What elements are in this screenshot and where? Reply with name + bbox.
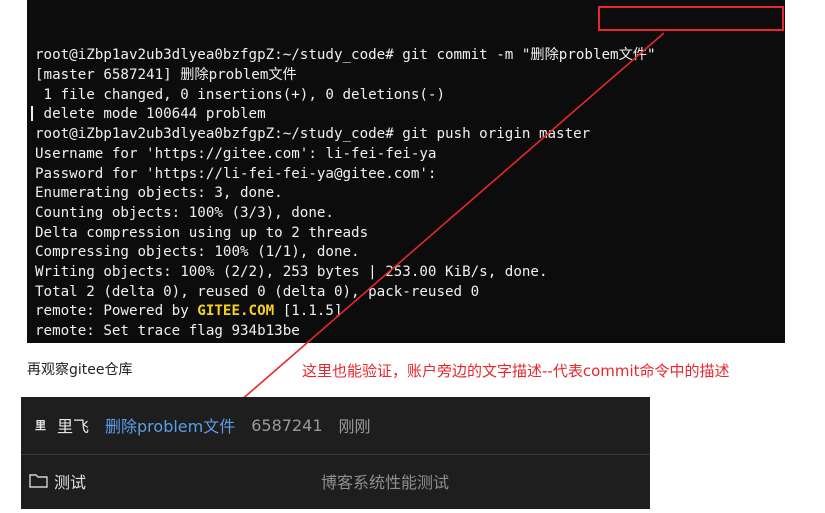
terminal-output: root@iZbp1av2ub3dlyea0bzfgpZ:~/study_cod… <box>35 46 785 343</box>
terminal-window[interactable]: root@iZbp1av2ub3dlyea0bzfgpZ:~/study_cod… <box>27 0 785 343</box>
commit-sha-link[interactable]: 6587241 <box>251 416 322 435</box>
terminal-line: 1 file changed, 0 insertions(+), 0 delet… <box>35 86 445 103</box>
terminal-line: Delta compression using up to 2 threads <box>35 224 369 241</box>
terminal-cursor <box>31 106 33 121</box>
file-list-item[interactable]: 测试 博客系统性能测试 <box>21 459 650 503</box>
terminal-line: Username for 'https://gitee.com': li-fei… <box>35 145 437 162</box>
terminal-line: To https://gitee.com/li-fei-fei-ya/study… <box>35 342 785 344</box>
terminal-line: root@iZbp1av2ub3dlyea0bzfgpZ:~/study_cod… <box>35 47 656 64</box>
remote-prefix: remote: Powered by <box>35 303 198 320</box>
terminal-line: Password for 'https://li-fei-fei-ya@gite… <box>35 165 437 182</box>
commit-message-link[interactable]: 删除problem文件 <box>105 413 235 437</box>
folder-icon <box>29 474 48 488</box>
terminal-line: Counting objects: 100% (3/3), done. <box>35 204 334 221</box>
terminal-line: Compressing objects: 100% (1/1), done. <box>35 244 360 261</box>
commit-time: 刚刚 <box>338 417 371 436</box>
terminal-line: Enumerating objects: 3, done. <box>35 185 283 202</box>
commit-message-highlight <box>598 6 784 31</box>
folder-name-link[interactable]: 测试 <box>54 469 86 493</box>
terminal-line: root@iZbp1av2ub3dlyea0bzfgpZ:~/study_cod… <box>35 126 591 143</box>
terminal-line-remote-powered: remote: Powered by GITEE.COM [1.1.5] <box>35 302 785 322</box>
caption-text: 再观察gitee仓库 <box>27 362 133 378</box>
commit-author-link[interactable]: 里飞 <box>57 413 89 437</box>
gitee-brand: GITEE.COM <box>197 303 275 320</box>
row-divider <box>21 454 650 455</box>
terminal-line: Writing objects: 100% (2/2), 253 bytes |… <box>35 263 548 280</box>
terminal-line: [master 6587241] 删除problem文件 <box>35 67 297 84</box>
folder-commit-message[interactable]: 博客系统性能测试 <box>321 469 449 493</box>
latest-commit-row: 里 里飞 删除problem文件 6587241 刚刚 <box>21 397 650 453</box>
annotation-text: 这里也能验证，账户旁边的文字描述--代表commit命令中的描述 <box>302 362 730 380</box>
terminal-line: Total 2 (delta 0), reused 0 (delta 0), p… <box>35 283 480 300</box>
terminal-line: remote: Set trace flag 934b13be <box>35 323 300 340</box>
remote-suffix: [1.1.5] <box>274 303 343 320</box>
avatar[interactable]: 里 <box>35 417 49 433</box>
gitee-repo-panel: 里 里飞 删除problem文件 6587241 刚刚 测试 博客系统性能测试 <box>21 397 650 509</box>
terminal-line: delete mode 100644 problem <box>35 106 266 123</box>
